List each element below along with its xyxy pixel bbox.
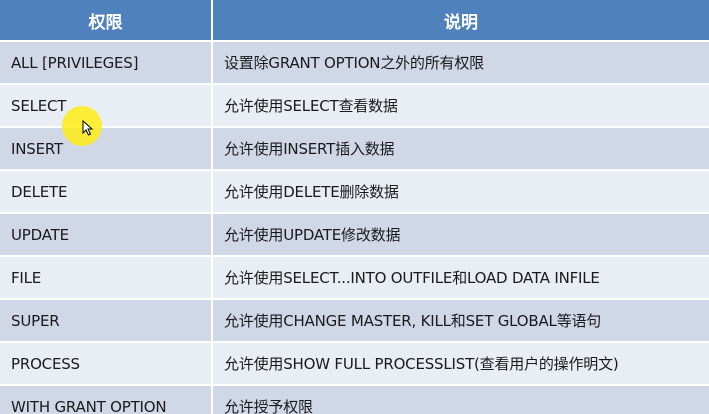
- table-row: INSERT 允许使用INSERT插入数据: [0, 126, 709, 170]
- cell-description: 允许使用INSERT插入数据: [212, 126, 709, 170]
- table-row: SELECT 允许使用SELECT查看数据: [0, 83, 709, 127]
- cell-privilege: FILE: [0, 255, 213, 299]
- cell-privilege: DELETE: [0, 169, 213, 213]
- cell-privilege: UPDATE: [0, 212, 213, 256]
- cell-privilege: WITH GRANT OPTION: [0, 384, 213, 414]
- cell-privilege: SELECT: [0, 83, 213, 127]
- header-description: 说明: [212, 0, 709, 41]
- table-row: ALL [PRIVILEGES] 设置除GRANT OPTION之外的所有权限: [0, 40, 709, 84]
- table-row: SUPER 允许使用CHANGE MASTER, KILL和SET GLOBAL…: [0, 298, 709, 342]
- cell-description: 允许使用UPDATE修改数据: [212, 212, 709, 256]
- table-row: PROCESS 允许使用SHOW FULL PROCESSLIST(查看用户的操…: [0, 341, 709, 385]
- cell-description: 允许使用SELECT...INTO OUTFILE和LOAD DATA INFI…: [212, 255, 709, 299]
- table-row: WITH GRANT OPTION 允许授予权限: [0, 384, 709, 414]
- cell-description: 允许使用DELETE删除数据: [212, 169, 709, 213]
- cell-description: 允许使用CHANGE MASTER, KILL和SET GLOBAL等语句: [212, 298, 709, 342]
- cell-privilege: INSERT: [0, 126, 213, 170]
- header-privilege: 权限: [0, 0, 213, 41]
- cell-privilege: SUPER: [0, 298, 213, 342]
- cell-description: 允许使用SHOW FULL PROCESSLIST(查看用户的操作明文): [212, 341, 709, 385]
- cell-privilege: PROCESS: [0, 341, 213, 385]
- slide: 权限 说明 ALL [PRIVILEGES] 设置除GRANT OPTION之外…: [0, 0, 709, 414]
- cell-description: 允许使用SELECT查看数据: [212, 83, 709, 127]
- table-row: UPDATE 允许使用UPDATE修改数据: [0, 212, 709, 256]
- table-row: FILE 允许使用SELECT...INTO OUTFILE和LOAD DATA…: [0, 255, 709, 299]
- cell-description: 设置除GRANT OPTION之外的所有权限: [212, 40, 709, 84]
- table-row: DELETE 允许使用DELETE删除数据: [0, 169, 709, 213]
- cell-privilege: ALL [PRIVILEGES]: [0, 40, 213, 84]
- table-header-row: 权限 说明: [0, 0, 709, 41]
- cell-description: 允许授予权限: [212, 384, 709, 414]
- privileges-table: 权限 说明 ALL [PRIVILEGES] 设置除GRANT OPTION之外…: [0, 0, 709, 414]
